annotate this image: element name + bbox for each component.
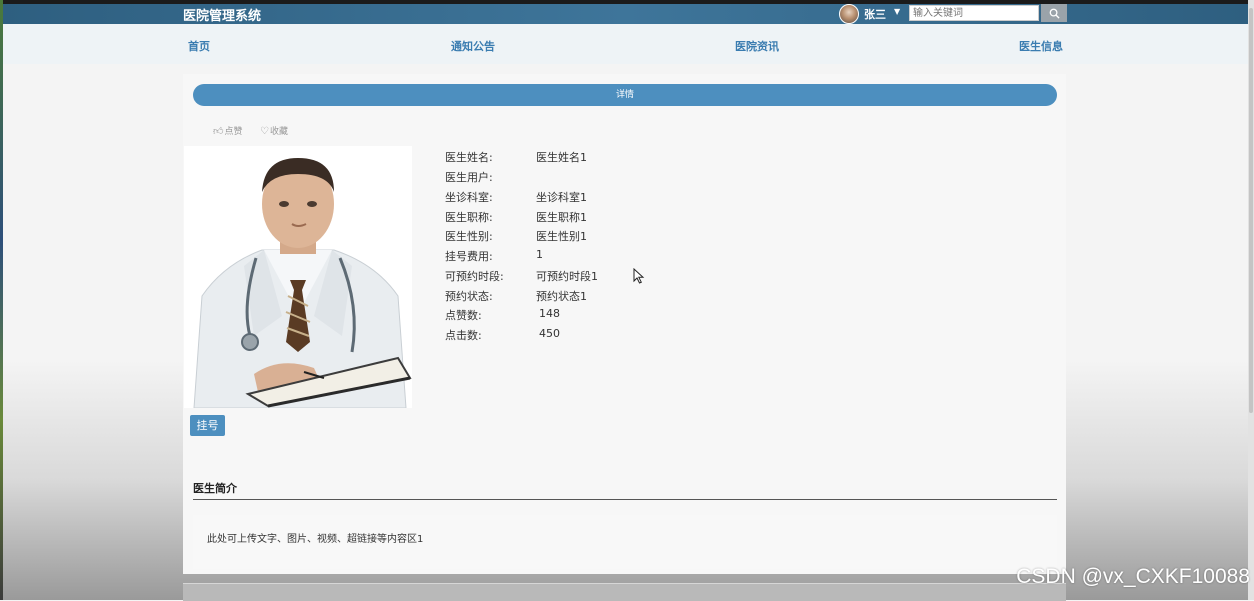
doctor-photo: [184, 146, 412, 409]
heart-icon: ♡: [260, 126, 269, 137]
field-label: 挂号费用:: [445, 250, 493, 263]
info-row-clicks: 点击数: 450: [445, 327, 745, 347]
field-label: 点击数:: [445, 329, 482, 342]
mouse-cursor-icon: [633, 268, 645, 284]
info-row-user: 医生用户:: [445, 169, 745, 189]
field-value: 医生性别1: [536, 230, 587, 243]
top-bar: 医院管理系统 张三 ▼: [3, 0, 1248, 24]
field-label: 医生用户:: [445, 171, 493, 184]
field-label: 点赞数:: [445, 309, 482, 322]
field-value: 450: [539, 327, 560, 340]
chevron-down-icon[interactable]: ▼: [894, 7, 900, 16]
favorite-button[interactable]: ♡收藏: [260, 124, 288, 137]
doctor-illustration: [184, 146, 412, 409]
field-label: 预约状态:: [445, 290, 493, 303]
favorite-label: 收藏: [269, 127, 288, 137]
field-value: 医生姓名1: [536, 151, 587, 164]
intro-divider: [193, 499, 1057, 500]
thumbs-up-icon: 👍︎: [213, 126, 224, 137]
field-value: 148: [539, 307, 560, 320]
user-avatar[interactable]: [839, 4, 859, 24]
nav-item-home[interactable]: 首页: [188, 38, 210, 54]
info-row-department: 坐诊科室: 坐诊科室1: [445, 189, 745, 209]
nav-item-notices[interactable]: 通知公告: [451, 38, 495, 54]
field-label: 医生性别:: [445, 230, 493, 243]
intro-text: 此处可上传文字、图片、视频、超链接等内容区1: [207, 534, 424, 545]
info-row-gender: 医生性别: 医生性别1: [445, 228, 745, 248]
panel-footer-edge: [183, 583, 1066, 601]
desktop-edge: [0, 0, 3, 600]
scrollbar-thumb[interactable]: [1249, 8, 1253, 413]
page-scrollbar[interactable]: [1248, 0, 1254, 600]
nav-item-news[interactable]: 医院资讯: [735, 38, 779, 54]
search-icon: [1049, 8, 1060, 19]
search-button[interactable]: [1041, 4, 1067, 22]
info-row-time-slot: 可预约时段: 可预约时段1: [445, 268, 745, 288]
field-value: 1: [536, 248, 543, 261]
info-row-title: 医生职称: 医生职称1: [445, 209, 745, 229]
info-row-fee: 挂号费用: 1: [445, 248, 745, 268]
info-row-likes: 点赞数: 148: [445, 307, 745, 327]
field-label: 坐诊科室:: [445, 191, 493, 204]
main-nav: 首页 通知公告 医院资讯 医生信息: [3, 24, 1248, 64]
field-value: 坐诊科室1: [536, 191, 587, 204]
info-row-name: 医生姓名: 医生姓名1: [445, 149, 745, 169]
tab-details[interactable]: 详情: [193, 84, 1057, 106]
user-name[interactable]: 张三: [864, 6, 886, 22]
watermark: CSDN @vx_CXKF10088: [1016, 565, 1250, 588]
like-button[interactable]: 👍︎点赞: [213, 124, 242, 137]
field-value: 预约状态1: [536, 290, 587, 303]
field-value: 可预约时段1: [536, 270, 598, 283]
register-button[interactable]: 挂号: [190, 415, 225, 436]
intro-heading: 医生简介: [193, 482, 237, 495]
field-label: 医生姓名:: [445, 151, 493, 164]
field-label: 医生职称:: [445, 211, 493, 224]
field-label: 可预约时段:: [445, 270, 504, 283]
field-value: 医生职称1: [536, 211, 587, 224]
nav-item-doctors[interactable]: 医生信息: [1019, 38, 1063, 54]
like-label: 点赞: [224, 127, 243, 137]
info-row-status: 预约状态: 预约状态1: [445, 288, 745, 308]
search-input[interactable]: [909, 5, 1039, 21]
site-title[interactable]: 医院管理系统: [183, 5, 261, 24]
